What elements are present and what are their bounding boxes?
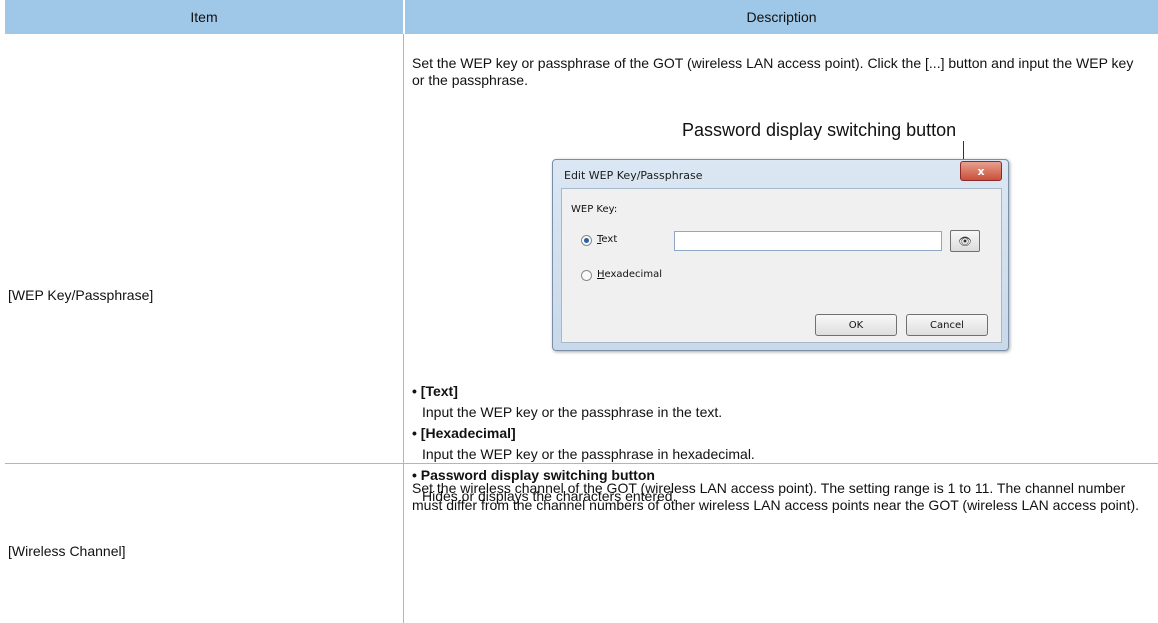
wep-key-input[interactable] xyxy=(674,231,942,251)
bullet-text-hexadecimal: Input the WEP key or the passphrase in h… xyxy=(422,446,755,462)
close-button[interactable]: x xyxy=(960,161,1002,181)
row-desc-wireless-channel: Set the wireless channel of the GOT (wir… xyxy=(412,480,1140,513)
header-description: Description xyxy=(405,0,1158,34)
dialog-body: WEP Key: Text 👁 Hexadecimal OK Cancel xyxy=(561,188,1002,343)
wep-key-label: WEP Key: xyxy=(571,204,618,215)
hex-accel: H xyxy=(597,269,605,280)
hex-rest: exadecimal xyxy=(604,269,662,280)
text-radio[interactable] xyxy=(581,235,592,246)
wep-key-dialog: Edit WEP Key/Passphrase x WEP Key: Text … xyxy=(552,159,1009,351)
row-item-wep-key: [WEP Key/Passphrase] xyxy=(8,287,154,303)
dialog-title: Edit WEP Key/Passphrase xyxy=(564,169,703,182)
text-radio-label: Text xyxy=(597,234,617,245)
eye-icon: 👁 xyxy=(958,234,972,248)
column-divider xyxy=(403,34,404,623)
hexadecimal-radio-label: Hexadecimal xyxy=(597,269,662,280)
hexadecimal-radio[interactable] xyxy=(581,270,592,281)
bullet-title-text: • [Text] xyxy=(412,383,458,399)
bullet-title-hexadecimal: • [Hexadecimal] xyxy=(412,425,516,441)
cancel-button[interactable]: Cancel xyxy=(906,314,988,336)
bullet-text-text: Input the WEP key or the passphrase in t… xyxy=(422,404,723,420)
ok-button[interactable]: OK xyxy=(815,314,897,336)
header-item: Item xyxy=(5,0,403,34)
text-rest: ext xyxy=(601,234,618,245)
password-display-toggle-button[interactable]: 👁 xyxy=(950,230,980,252)
row-item-wireless-channel: [Wireless Channel] xyxy=(8,543,126,559)
callout-label: Password display switching button xyxy=(682,120,957,140)
row-desc-intro: Set the WEP key or passphrase of the GOT… xyxy=(412,55,1134,88)
